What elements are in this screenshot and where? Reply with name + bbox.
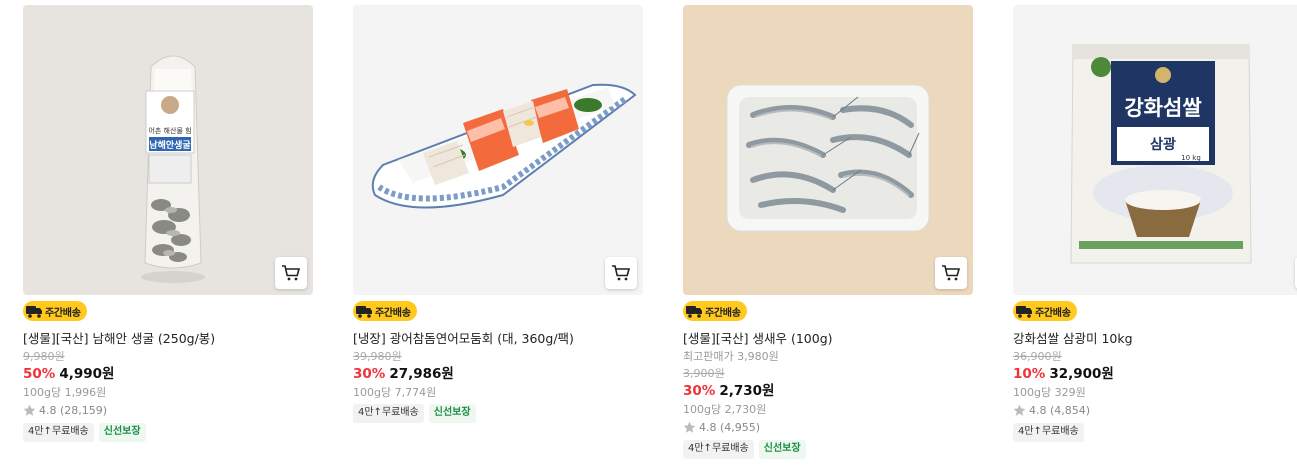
original-price: 9,980원 [23, 350, 65, 363]
unit-price: 100g당 7,774원 [353, 386, 437, 399]
product-card[interactable]: 주간배송 [생물][국산] 생새우 (100g) 최고판매가 3,980원 3,… [683, 5, 973, 459]
rating: 4.8 (28,159) [23, 401, 313, 420]
svg-text:10 kg: 10 kg [1181, 154, 1201, 162]
rating-value: 4.8 (28,159) [39, 404, 108, 417]
truck-icon [686, 306, 702, 318]
sashimi-platter-image [353, 5, 643, 295]
product-grid: 남해안생굴 어촌 해산물 힘 주간배송 [생물][국산] 남해안 생굴 (250… [0, 0, 1297, 465]
original-price: 3,900원 [683, 367, 725, 380]
product-name[interactable]: 강화섬쌀 삼광미 10kg [1013, 330, 1297, 348]
add-to-cart-button[interactable] [605, 257, 637, 289]
fresh-guarantee-tag: 신선보장 [428, 404, 476, 423]
rating-value: 4.8 (4,854) [1029, 404, 1091, 417]
unit-price: 100g당 329원 [1013, 386, 1086, 399]
truck-icon [356, 306, 372, 318]
price-row: 50% 4,990원 [23, 365, 313, 384]
rating-value: 4.8 (4,955) [699, 421, 761, 434]
product-image[interactable] [353, 5, 643, 295]
delivery-badge-label: 주간배송 [705, 307, 741, 319]
fresh-guarantee-tag: 신선보장 [98, 423, 146, 442]
tag-list: 4만↑무료배송 신선보장 [353, 404, 643, 423]
sale-price: 4,990원 [59, 366, 115, 382]
discount-rate: 50% [23, 366, 56, 382]
price-row: 30% 2,730원 [683, 382, 973, 401]
add-to-cart-button[interactable] [275, 257, 307, 289]
delivery-badge-label: 주간배송 [375, 307, 411, 319]
delivery-badge-label: 주간배송 [1035, 307, 1071, 319]
sale-price: 2,730원 [719, 383, 775, 399]
star-icon [683, 421, 696, 433]
delivery-badge: 주간배송 [683, 301, 747, 321]
svg-text:삼광: 삼광 [1150, 136, 1176, 153]
tag-list: 4만↑무료배송 신선보장 [683, 440, 973, 459]
unit-price: 100g당 2,730원 [683, 403, 767, 416]
free-shipping-tag: 4만↑무료배송 [683, 440, 754, 459]
product-card[interactable]: 남해안생굴 어촌 해산물 힘 주간배송 [생물][국산] 남해안 생굴 (250… [23, 5, 313, 442]
sale-price: 32,900원 [1049, 366, 1114, 382]
star-icon [1013, 404, 1026, 416]
max-sale-price: 최고판매가 3,980원 [683, 350, 779, 363]
product-image[interactable]: 강화섬쌀 삼광 10 kg [1013, 5, 1297, 295]
product-name[interactable]: [생물][국산] 남해안 생굴 (250g/봉) [23, 330, 313, 348]
rice-bag-image: 강화섬쌀 삼광 10 kg [1013, 5, 1297, 295]
product-name[interactable]: [생물][국산] 생새우 (100g) [683, 330, 973, 348]
oyster-package-image: 남해안생굴 어촌 해산물 힘 [23, 5, 313, 295]
discount-rate: 10% [1013, 366, 1046, 382]
shrimp-tray-image [683, 5, 973, 295]
discount-rate: 30% [353, 366, 386, 382]
price-row: 30% 27,986원 [353, 365, 643, 384]
rating: 4.8 (4,854) [1013, 401, 1297, 420]
cart-icon [612, 265, 631, 281]
sale-price: 27,986원 [389, 366, 454, 382]
fresh-guarantee-tag: 신선보장 [758, 440, 806, 459]
product-image[interactable]: 남해안생굴 어촌 해산물 힘 [23, 5, 313, 295]
free-shipping-tag: 4만↑무료배송 [1013, 423, 1084, 442]
original-price: 39,980원 [353, 350, 402, 363]
delivery-badge: 주간배송 [1013, 301, 1077, 321]
tag-list: 4만↑무료배송 [1013, 423, 1297, 442]
svg-text:어촌 해산물 힘: 어촌 해산물 힘 [148, 126, 191, 135]
product-name[interactable]: [냉장] 광어참돔연어모둠회 (대, 360g/팩) [353, 330, 643, 348]
truck-icon [26, 306, 42, 318]
svg-text:강화섬쌀: 강화섬쌀 [1124, 95, 1201, 120]
cart-icon [282, 265, 301, 281]
free-shipping-tag: 4만↑무료배송 [23, 423, 94, 442]
original-price: 36,900원 [1013, 350, 1062, 363]
unit-price: 100g당 1,996원 [23, 386, 107, 399]
product-card[interactable]: 강화섬쌀 삼광 10 kg 주간배송 강화섬쌀 삼광미 10kg 36,900원… [1013, 5, 1297, 442]
tag-list: 4만↑무료배송 신선보장 [23, 423, 313, 442]
price-row: 10% 32,900원 [1013, 365, 1297, 384]
delivery-badge-label: 주간배송 [45, 307, 81, 319]
delivery-badge: 주간배송 [353, 301, 417, 321]
product-image[interactable] [683, 5, 973, 295]
free-shipping-tag: 4만↑무료배송 [353, 404, 424, 423]
product-card[interactable]: 주간배송 [냉장] 광어참돔연어모둠회 (대, 360g/팩) 39,980원 … [353, 5, 643, 423]
delivery-badge: 주간배송 [23, 301, 87, 321]
star-icon [23, 404, 36, 416]
svg-text:남해안생굴: 남해안생굴 [149, 139, 191, 151]
cart-icon [942, 265, 961, 281]
rating: 4.8 (4,955) [683, 418, 973, 437]
add-to-cart-button[interactable] [935, 257, 967, 289]
truck-icon [1016, 306, 1032, 318]
discount-rate: 30% [683, 383, 716, 399]
